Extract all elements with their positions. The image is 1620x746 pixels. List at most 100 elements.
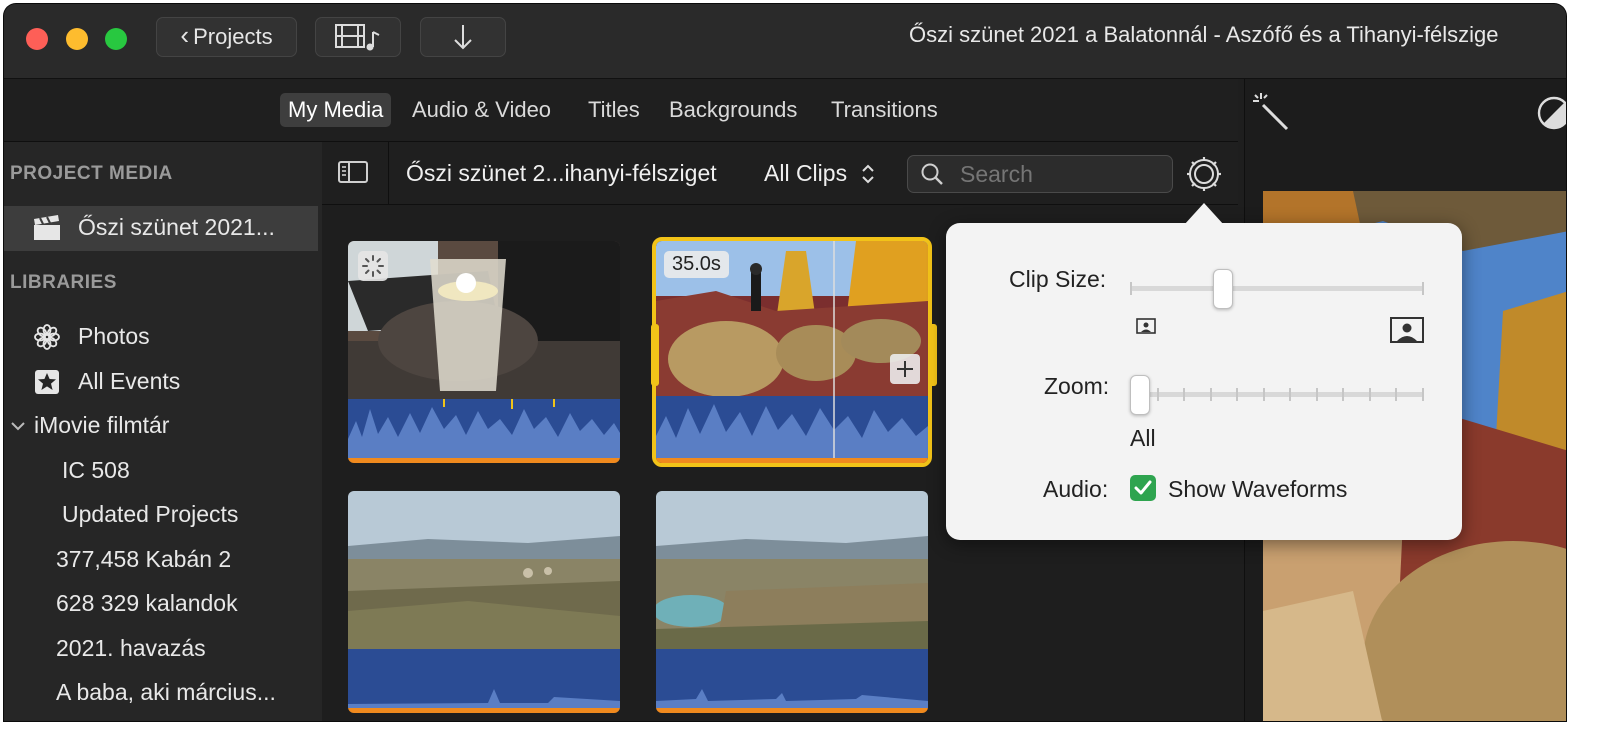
gear-icon: [1187, 157, 1221, 191]
clip-thumbnail-selected[interactable]: 35.0s: [652, 237, 932, 467]
chevron-left-icon: ‹: [180, 20, 190, 50]
flower-icon: [34, 323, 60, 350]
sidebar-item-photos-label: Photos: [78, 323, 150, 349]
media-import-button[interactable]: [315, 17, 401, 57]
audio-bar: [348, 458, 620, 463]
sidebar-item-project[interactable]: Őszi szünet 2021...: [32, 214, 275, 241]
show-waveforms-checkbox[interactable]: [1130, 475, 1156, 501]
audio-bar: [656, 458, 928, 463]
browser-toolbar: Őszi szünet 2...ihanyi-félsziget All Cli…: [322, 142, 1238, 205]
sidebar-item-photos[interactable]: Photos: [34, 323, 150, 350]
clip-filter-select[interactable]: All Clips: [764, 160, 877, 187]
zoom-label: Zoom:: [1044, 373, 1110, 399]
zoom-tick: [1236, 388, 1238, 401]
audio-waveform: [348, 399, 620, 458]
tab-my-media[interactable]: My Media: [280, 93, 392, 127]
arrow-down-icon: [454, 25, 472, 50]
sidebar-event-item[interactable]: A baba, aki március...: [56, 679, 276, 706]
clip-size-label: Clip Size:: [1009, 266, 1107, 292]
projects-button-label: Projects: [193, 24, 273, 49]
clip-size-slider[interactable]: [1130, 269, 1426, 309]
window-title: Őszi szünet 2021 a Balatonnál - Aszófő é…: [909, 22, 1499, 47]
plus-icon: [897, 361, 913, 377]
tab-audio-video[interactable]: Audio & Video: [404, 93, 559, 127]
media-tabs-bar: My Media Audio & Video Titles Background…: [4, 79, 1238, 142]
clip-thumbnail[interactable]: [348, 241, 620, 463]
clip-thumbnail[interactable]: [348, 491, 620, 713]
small-portrait-icon: [1136, 318, 1156, 334]
tab-titles[interactable]: Titles: [580, 93, 648, 127]
clapperboard-icon: [34, 214, 60, 240]
loading-spinner-icon: [358, 251, 388, 281]
clip-size-slider-knob[interactable]: [1213, 269, 1233, 309]
checkmark-icon: [1134, 480, 1152, 495]
zoom-tick: [1210, 388, 1212, 401]
color-balance-icon[interactable]: [1536, 95, 1566, 131]
clip-filter-label: All Clips: [764, 160, 848, 186]
audio-waveform: [656, 649, 928, 708]
large-portrait-icon: [1390, 317, 1424, 343]
popover-arrow: [1184, 203, 1224, 225]
zoom-tick: [1395, 388, 1397, 401]
tab-backgrounds[interactable]: Backgrounds: [661, 93, 805, 127]
libraries-sidebar: PROJECT MEDIA Őszi szünet 2021... LIBRAR…: [4, 142, 323, 721]
zoom-value: All: [1130, 425, 1156, 451]
settings-popover: Clip Size: Zoom: All Audio: Show Wavefor…: [946, 203, 1462, 540]
sidebar-event-item[interactable]: Updated Projects: [62, 501, 238, 528]
zoom-tick: [1263, 388, 1265, 401]
sidebar-event-item[interactable]: 628 329 kalandok: [56, 590, 238, 617]
chevron-down-icon: [11, 421, 25, 430]
film-music-icon: [335, 24, 380, 51]
minimize-window-button[interactable]: [66, 28, 88, 50]
zoom-tick: [1422, 388, 1424, 401]
zoom-tick: [1316, 388, 1318, 401]
search-input[interactable]: [958, 159, 1162, 189]
add-to-project-button[interactable]: [890, 354, 920, 384]
clip-thumbnail[interactable]: [656, 491, 928, 713]
close-window-button[interactable]: [26, 28, 48, 50]
sidebar-item-all-events-label: All Events: [78, 368, 181, 394]
zoom-tick: [1157, 388, 1159, 401]
import-button[interactable]: [420, 17, 506, 57]
search-icon: [921, 163, 943, 185]
projects-back-button[interactable]: ‹ Projects: [156, 17, 297, 57]
audio-label: Audio:: [1043, 476, 1109, 502]
zoom-tick: [1289, 388, 1291, 401]
title-bar: ‹ Projects Őszi szünet 2021 a Balatonnál…: [4, 4, 1566, 79]
clip-4-image: [656, 491, 928, 649]
updown-chevron-icon: [862, 164, 874, 183]
sidebar-item-imovie-library-label: iMovie filmtár: [34, 412, 170, 438]
clip-1-image: [348, 241, 620, 399]
toolbar-divider: [388, 142, 389, 204]
sidebar-event-item[interactable]: 377,458 Kabán 2: [56, 546, 231, 573]
audio-bar: [348, 708, 620, 713]
settings-button[interactable]: [1186, 156, 1222, 192]
audio-bar: [656, 708, 928, 713]
zoom-slider[interactable]: [1130, 375, 1426, 415]
sidebar-event-item[interactable]: 2021. havazás: [56, 635, 206, 662]
zoom-tick: [1369, 388, 1371, 401]
sidebar-item-imovie-library[interactable]: iMovie filmtár: [10, 412, 169, 439]
sidebar-event-item[interactable]: IC 508: [62, 457, 130, 484]
clip-3-image: [348, 491, 620, 649]
project-media-header: PROJECT MEDIA: [10, 163, 173, 184]
zoom-tick: [1342, 388, 1344, 401]
toggle-sidebar-button[interactable]: [336, 158, 376, 188]
libraries-header: LIBRARIES: [10, 272, 117, 293]
selection-handle-right[interactable]: [929, 324, 937, 386]
tab-transitions[interactable]: Transitions: [823, 93, 946, 127]
zoom-tick: [1183, 388, 1185, 401]
search-field[interactable]: [907, 155, 1173, 193]
selection-handle-left[interactable]: [651, 324, 659, 386]
sidebar-toggle-icon: [338, 161, 368, 183]
star-icon: [35, 369, 59, 394]
event-title: Őszi szünet 2...ihanyi-félsziget: [406, 160, 717, 186]
audio-waveform: [348, 649, 620, 708]
audio-waveform: [656, 396, 928, 458]
zoom-window-button[interactable]: [105, 28, 127, 50]
imovie-window: ‹ Projects Őszi szünet 2021 a Balatonnál…: [4, 4, 1566, 721]
magic-wand-icon[interactable]: [1251, 91, 1291, 131]
zoom-slider-knob[interactable]: [1130, 375, 1150, 415]
sidebar-item-all-events[interactable]: All Events: [34, 368, 180, 395]
clip-duration-badge: 35.0s: [664, 251, 729, 278]
